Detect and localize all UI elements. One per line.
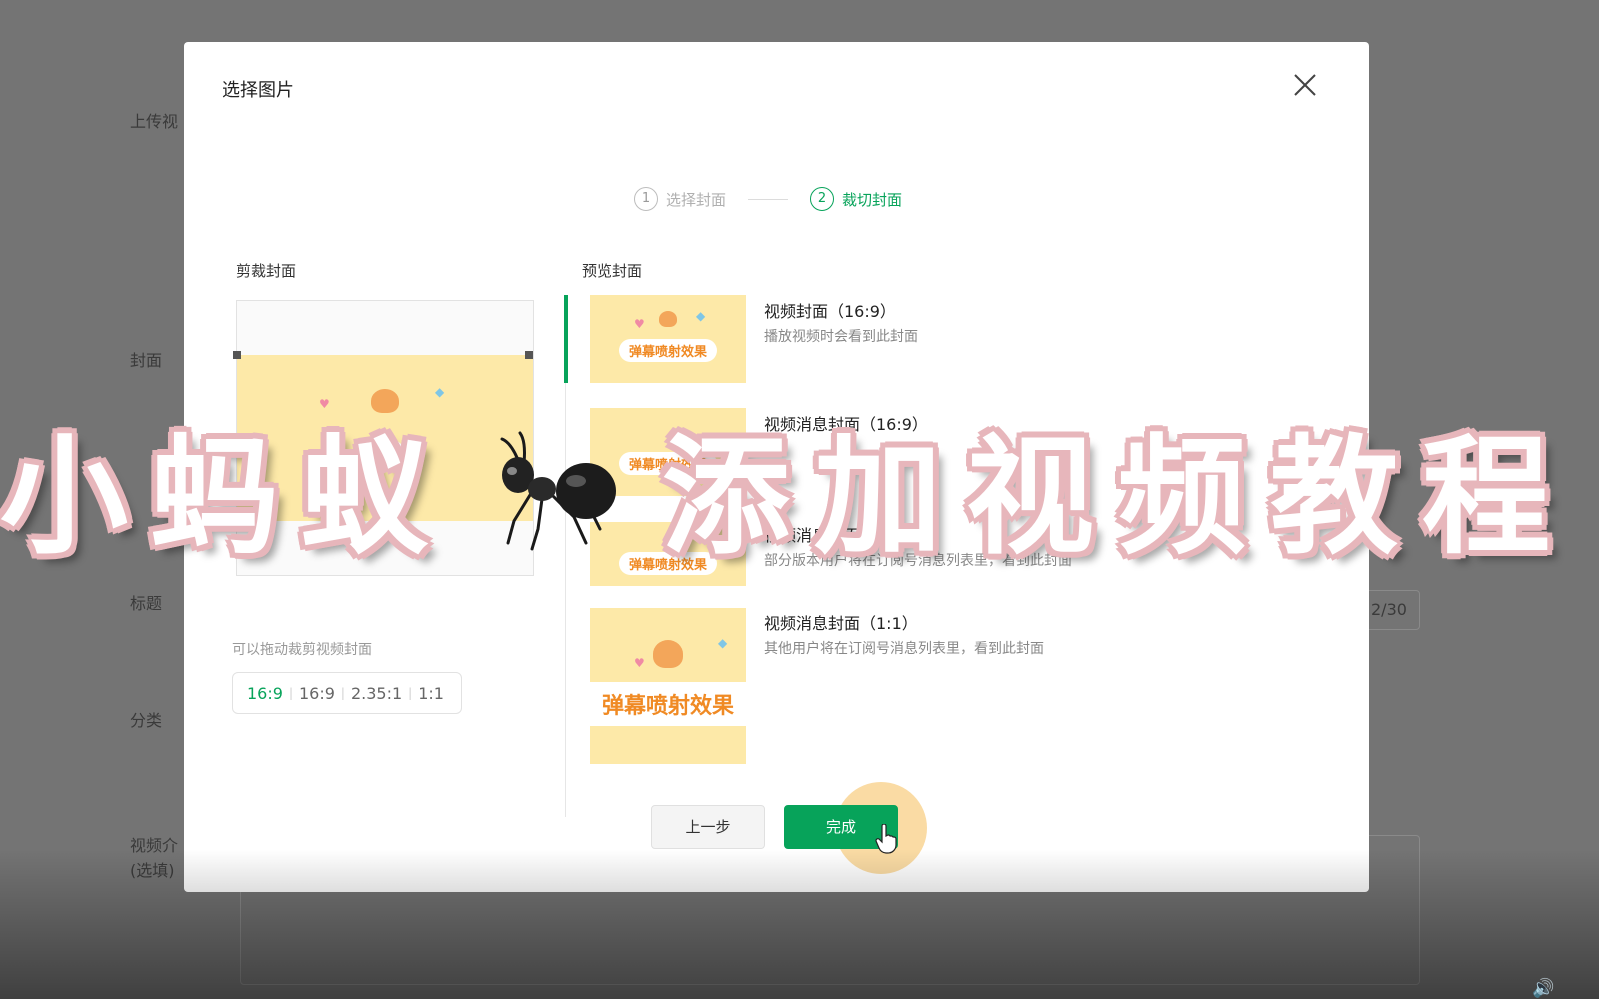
- preview-thumb-text: 弹幕喷射效果: [618, 339, 718, 362]
- crop-section-label: 剪裁封面: [236, 262, 297, 280]
- step-select-cover: 1 选择封面: [634, 187, 726, 211]
- close-button[interactable]: [1287, 67, 1323, 103]
- video-caption: 小蚂蚁 添加视频教程: [0, 410, 1599, 572]
- preview-section-label: 预览封面: [582, 262, 643, 280]
- leaf-icon: ◆: [696, 309, 706, 323]
- step-crop-cover: 2 裁切封面: [810, 187, 902, 211]
- volume-icon[interactable]: 🔊: [1532, 980, 1556, 998]
- upload-label: 上传视: [130, 112, 179, 131]
- step-number: 2: [810, 187, 835, 211]
- dog-icon: [659, 311, 677, 327]
- modal-title: 选择图片: [222, 80, 294, 101]
- preview-thumb-square[interactable]: ♥ ◆ 弹幕喷射效果: [590, 608, 746, 764]
- ratio-option[interactable]: 16:9: [293, 684, 341, 703]
- preview-item-desc: 其他用户将在订阅号消息列表里，看到此封面: [764, 641, 1044, 657]
- heart-icon: ♥: [634, 317, 645, 331]
- step-label: 选择封面: [666, 190, 727, 209]
- active-preview-indicator: [564, 295, 568, 383]
- crop-hint: 可以拖动裁剪视频封面: [232, 642, 372, 658]
- caption-left-text: 小蚂蚁: [0, 422, 451, 572]
- category-label: 分类: [130, 711, 163, 730]
- crop-handle-top-right[interactable]: [525, 351, 533, 359]
- step-connector: [748, 198, 789, 200]
- ratio-option[interactable]: 1:1: [412, 684, 450, 703]
- preview-item-title: 视频封面（16:9）: [764, 302, 896, 321]
- preview-thumb[interactable]: ♥ ◆ 弹幕喷射效果: [590, 295, 746, 383]
- close-icon: [1294, 74, 1316, 96]
- heart-icon: ♥: [634, 656, 645, 670]
- crop-handle-top-left[interactable]: [233, 351, 241, 359]
- dog-icon: [653, 640, 683, 668]
- preview-thumb-big-text: 弹幕喷射效果: [601, 694, 734, 719]
- preview-item-desc: 播放视频时会看到此封面: [764, 329, 918, 345]
- hand-cursor-icon: [875, 824, 897, 854]
- ant-icon: [500, 431, 616, 551]
- caption-right-text: 添加视频教程: [662, 422, 1575, 572]
- title-label: 标题: [130, 594, 163, 613]
- step-label: 裁切封面: [842, 190, 903, 209]
- leaf-icon: ◆: [718, 636, 728, 650]
- ratio-option[interactable]: 16:9: [241, 684, 289, 703]
- step-number: 1: [634, 187, 658, 211]
- ratio-selector: 16:9 | 16:9 | 2.35:1 | 1:1: [232, 672, 462, 714]
- ratio-option[interactable]: 2.35:1: [345, 684, 408, 703]
- stepper: 1 选择封面 2 裁切封面: [634, 184, 902, 214]
- preview-item-title: 视频消息封面（1:1）: [764, 614, 918, 633]
- cover-label: 封面: [130, 351, 163, 370]
- intro-label: 视频介: [130, 836, 179, 855]
- previous-step-button[interactable]: 上一步: [651, 805, 765, 849]
- intro-optional-label: (选填): [130, 861, 175, 880]
